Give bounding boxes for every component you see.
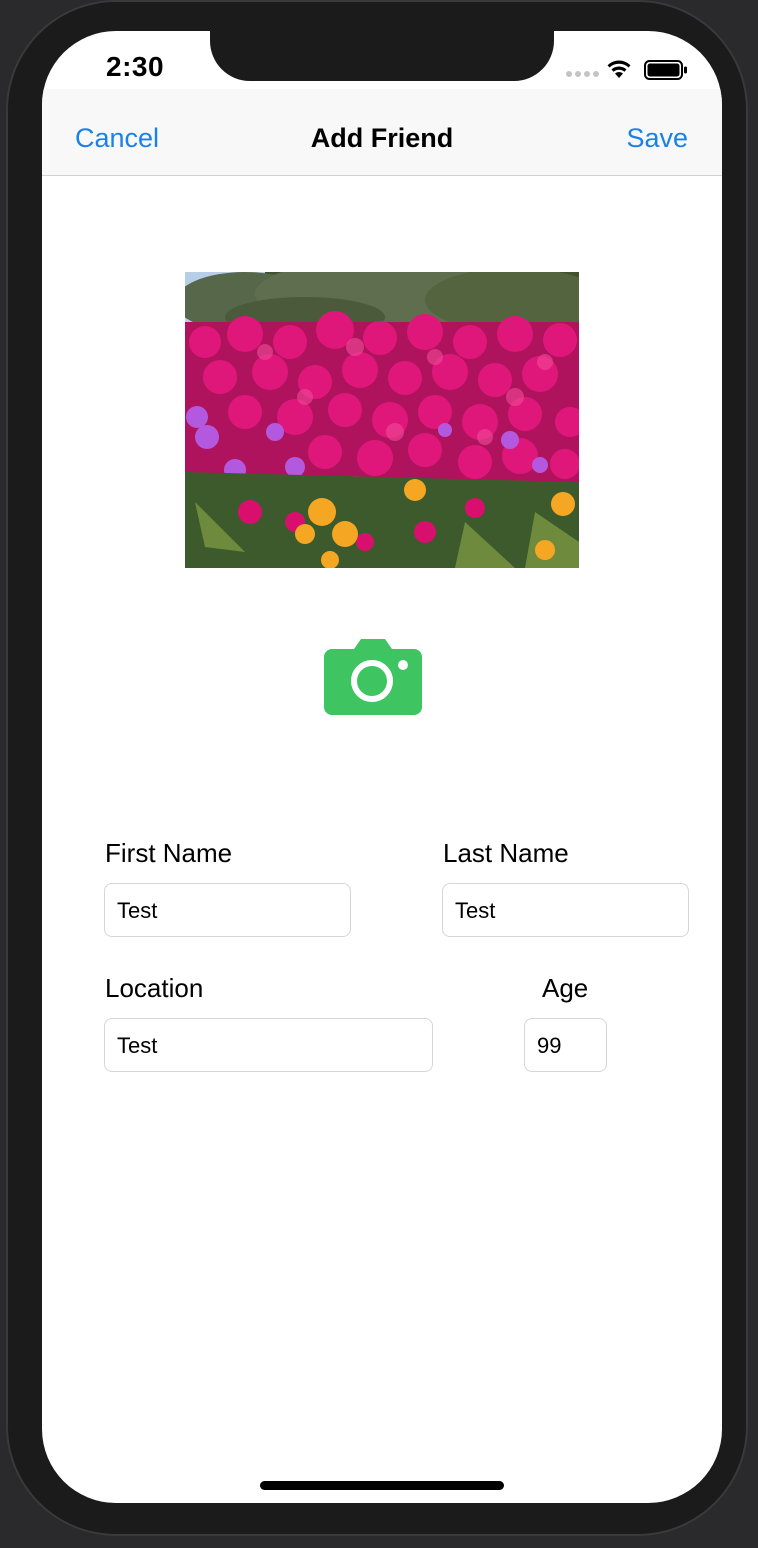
flower-photo-image <box>185 272 579 568</box>
phone-frame: 2:30 Add Friend Cancel Save First Name T… <box>6 0 748 1536</box>
first-name-label: First Name <box>105 838 233 868</box>
status-time: 2:30 <box>106 51 165 82</box>
last-name-field[interactable]: Test <box>442 883 689 937</box>
signal-icon <box>566 71 599 77</box>
first-name-field[interactable]: Test <box>104 883 351 937</box>
location-field[interactable]: Test <box>104 1018 433 1072</box>
navigation-bar: Add Friend Cancel Save <box>42 89 722 176</box>
home-indicator[interactable] <box>260 1481 504 1490</box>
last-name-label: Last Name <box>443 838 569 868</box>
cancel-button[interactable]: Cancel <box>75 123 159 154</box>
location-label: Location <box>105 973 204 1003</box>
wifi-icon <box>607 60 631 78</box>
save-button[interactable]: Save <box>626 123 688 154</box>
friend-photo[interactable] <box>185 272 579 568</box>
notch <box>210 31 554 81</box>
app-screen: 2:30 Add Friend Cancel Save First Name T… <box>42 31 722 1503</box>
camera-icon[interactable] <box>324 637 422 715</box>
age-label: Age <box>542 973 589 1003</box>
age-field[interactable]: 99 <box>524 1018 607 1072</box>
battery-icon <box>644 60 687 80</box>
